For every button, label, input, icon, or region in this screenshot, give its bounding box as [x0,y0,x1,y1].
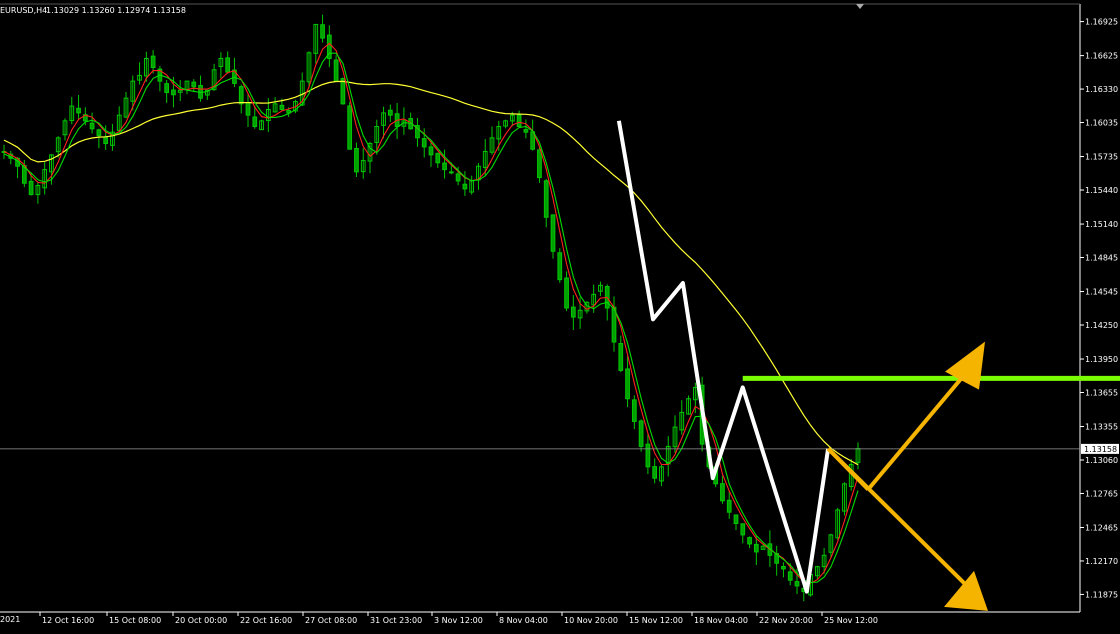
y-tick-label: 1.11875 [1085,590,1118,599]
x-tick-label: 22 Nov 20:00 [759,616,813,625]
y-tick-label: 1.16035 [1085,119,1118,128]
candle-body [537,149,542,179]
candle-body [631,399,637,422]
candle-body [550,214,556,252]
candle-body [103,136,109,145]
candle-body [387,109,393,116]
x-tick-label: 15 Nov 12:00 [629,616,683,625]
candle-body [76,107,81,114]
candle-body [570,306,576,318]
candle-body [320,24,325,39]
candle-body [618,343,624,371]
y-tick-label: 1.16625 [1085,52,1118,61]
y-tick-label: 1.16330 [1085,85,1118,94]
y-tick-label: 1.15140 [1085,220,1118,229]
candle-body [652,466,658,479]
candle-body [523,128,529,133]
candle-body [455,173,461,182]
candle-body [564,277,569,309]
x-tick-label: 27 Oct 08:00 [305,616,357,625]
candle-body [442,162,447,171]
y-tick-label: 1.15735 [1085,153,1118,162]
x-tick-label: 18 Nov 04:00 [694,616,748,625]
candle-body [89,122,95,130]
x-tick-label: 22 Oct 16:00 [240,616,292,625]
candle-body [96,129,102,137]
candle-body [543,180,549,218]
y-tick-label: 1.12765 [1085,489,1118,498]
y-tick-label: 1.12465 [1085,523,1118,532]
y-tick-label: 1.13950 [1085,355,1118,364]
ohlc-label: 1.13029 1.13260 1.12974 1.13158 [46,6,186,15]
x-tick-label: 31 Oct 23:00 [370,616,422,625]
symbol-label: EURUSD,H4 [0,6,47,15]
x-tick-label: 8 Nov 04:00 [499,616,548,625]
candle-body [428,146,434,156]
candle-body [794,581,800,587]
date-fragment-label: 2021 [0,615,20,624]
candle-body [28,180,34,196]
x-tick-label: 10 Nov 20:00 [564,616,618,625]
candle-body [753,543,759,553]
y-tick-label: 1.13355 [1085,423,1118,432]
y-tick-label: 1.13655 [1085,389,1118,398]
candle-body [726,499,732,513]
candle-body [245,101,251,116]
y-tick-label: 1.15440 [1085,186,1118,195]
candle-body [516,114,522,128]
candle-body [733,514,739,525]
candle-body [347,105,353,150]
candle-body [164,83,170,93]
candle-body [171,89,176,96]
candle-body [150,55,156,69]
candle-body [354,148,359,173]
x-tick-label: 25 Nov 12:00 [824,616,878,625]
candle-body [252,116,258,128]
candle-body [462,183,468,190]
chart-background [0,0,1120,630]
candle-body [638,420,644,447]
y-tick-label: 1.13060 [1085,456,1118,465]
price-chart[interactable]: 1.16925 1.16625 1.16330 1.16035 1.15735 1.154… [0,0,1120,630]
current-price-label: 1.13158 [1084,445,1117,454]
y-tick-label: 1.14250 [1085,321,1118,330]
candle-body [720,483,725,502]
candle-body [625,368,630,400]
candle-body [781,565,786,570]
y-tick-label: 1.14845 [1085,254,1118,263]
candle-body [435,152,441,164]
candle-body [740,523,746,536]
candle-body [238,86,244,105]
candle-body [191,81,197,88]
y-tick-label: 1.12170 [1085,557,1118,566]
candle-body [340,78,346,105]
candle-body [645,443,651,468]
chart-canvas[interactable]: 1.16925 1.16625 1.16330 1.16035 1.15735 1.154… [0,0,1120,630]
candle-body [225,57,231,73]
x-tick-label: 20 Oct 00:00 [175,616,227,625]
x-tick-label: 15 Oct 08:00 [109,616,161,625]
x-tick-label: 12 Oct 16:00 [42,616,94,625]
y-tick-label: 1.16925 [1085,18,1118,27]
candle-body [787,571,793,581]
candle-body [333,59,339,82]
candle-body [448,171,454,174]
candle-body [747,537,752,545]
candle-body [279,104,285,110]
y-tick-label: 1.14545 [1085,288,1118,297]
x-tick-label: 3 Nov 12:00 [434,616,483,625]
candle-body [557,252,563,281]
candle-body [421,138,427,148]
